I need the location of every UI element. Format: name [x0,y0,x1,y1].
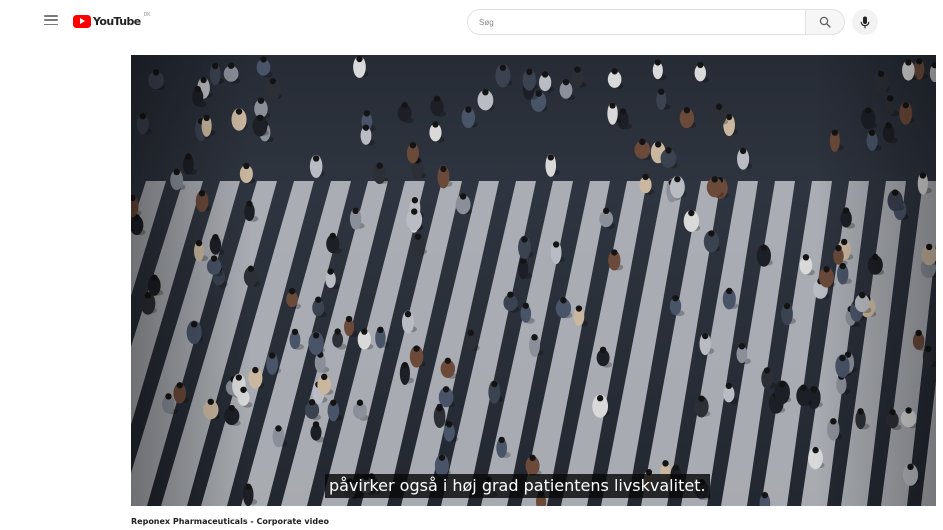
search-input[interactable] [468,10,805,34]
hamburger-menu-icon[interactable] [44,13,58,27]
top-bar: YouTube DK [0,0,943,44]
search-box [467,9,805,35]
video-player[interactable]: påvirker også i høj grad patientens livs… [131,55,936,506]
video-subtitle: påvirker også i høj grad patientens livs… [325,474,710,498]
search-icon [819,16,831,28]
video-title: Reponex Pharmaceuticals - Corporate vide… [131,517,329,526]
voice-search-button[interactable] [852,9,878,35]
youtube-logo[interactable]: YouTube DK [73,12,151,30]
video-frame [131,55,936,506]
search-button[interactable] [805,9,845,35]
microphone-icon [860,16,870,28]
logo-wordmark: YouTube [93,14,141,28]
logo-country-code: DK [143,12,151,18]
youtube-play-icon [73,14,91,28]
